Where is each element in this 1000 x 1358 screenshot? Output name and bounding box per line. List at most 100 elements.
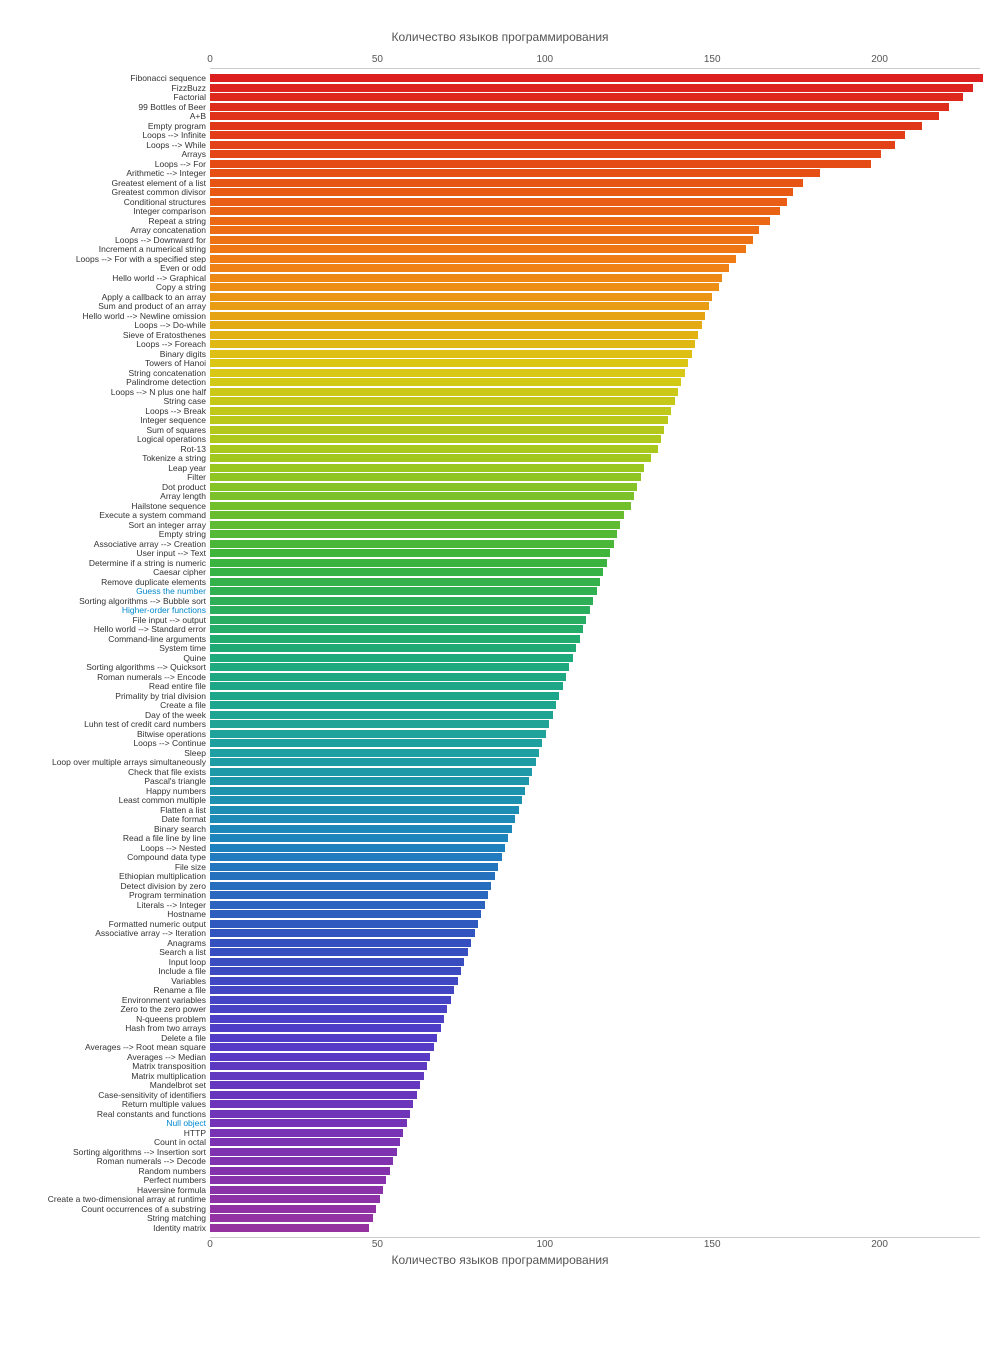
- table-row: Loops --> Foreach: [10, 340, 990, 348]
- bar: [210, 530, 617, 538]
- bar-label: Hello world --> Graphical: [10, 273, 210, 283]
- bar-label: Input loop: [10, 957, 210, 967]
- table-row: Sort an integer array: [10, 521, 990, 529]
- bar-wrapper: [210, 901, 990, 909]
- bar-label: Mandelbrot set: [10, 1080, 210, 1090]
- table-row: Empty string: [10, 530, 990, 538]
- bar: [210, 1081, 420, 1089]
- table-row: Associative array --> Creation: [10, 540, 990, 548]
- bar-wrapper: [210, 787, 990, 795]
- top-axis-line: [210, 68, 980, 69]
- bar: [210, 1015, 444, 1023]
- table-row: N-queens problem: [10, 1015, 990, 1023]
- bar: [210, 274, 722, 282]
- bar: [210, 578, 600, 586]
- bar: [210, 796, 522, 804]
- bar-label: Case-sensitivity of identifiers: [10, 1090, 210, 1100]
- table-row: Literals --> Integer: [10, 901, 990, 909]
- bar: [210, 901, 485, 909]
- table-row: Read a file line by line: [10, 834, 990, 842]
- bar-wrapper: [210, 426, 990, 434]
- table-row: Sum and product of an array: [10, 302, 990, 310]
- bar: [210, 1110, 410, 1118]
- bar: [210, 568, 603, 576]
- bar-wrapper: [210, 692, 990, 700]
- bar-wrapper: [210, 711, 990, 719]
- bar: [210, 986, 454, 994]
- bar: [210, 226, 759, 234]
- table-row: Happy numbers: [10, 787, 990, 795]
- axis-tick: 150: [704, 54, 721, 65]
- bar: [210, 730, 546, 738]
- bar-wrapper: [210, 521, 990, 529]
- bar-wrapper: [210, 1224, 990, 1232]
- bar-wrapper: [210, 663, 990, 671]
- bar-label: Roman numerals --> Decode: [10, 1156, 210, 1166]
- bar-label: Loops --> Do-while: [10, 320, 210, 330]
- bar-wrapper: [210, 188, 990, 196]
- bar: [210, 891, 488, 899]
- bar-label: Date format: [10, 814, 210, 824]
- bar-wrapper: [210, 549, 990, 557]
- bar: [210, 321, 702, 329]
- bar-label: Sleep: [10, 748, 210, 758]
- bar: [210, 1129, 403, 1137]
- bar-wrapper: [210, 578, 990, 586]
- table-row: Hello world --> Graphical: [10, 274, 990, 282]
- bar: [210, 673, 566, 681]
- bar: [210, 1062, 427, 1070]
- bar: [210, 464, 644, 472]
- table-row: Flatten a list: [10, 806, 990, 814]
- bar-wrapper: [210, 891, 990, 899]
- bar: [210, 1034, 437, 1042]
- bar: [210, 872, 495, 880]
- bar-label: File input --> output: [10, 615, 210, 625]
- bar: [210, 217, 770, 225]
- bar-label: Matrix multiplication: [10, 1071, 210, 1081]
- top-axis: 050100150200: [210, 54, 980, 70]
- table-row: Detect division by zero: [10, 882, 990, 890]
- bar-wrapper: [210, 958, 990, 966]
- bar: [210, 169, 820, 177]
- bar-label: Apply a callback to an array: [10, 292, 210, 302]
- bar-label: Sorting algorithms --> Bubble sort: [10, 596, 210, 606]
- bar-wrapper: [210, 654, 990, 662]
- bar: [210, 350, 692, 358]
- bar-label: Caesar cipher: [10, 567, 210, 577]
- bar: [210, 644, 576, 652]
- bar-label: Arithmetic --> Integer: [10, 168, 210, 178]
- table-row: Delete a file: [10, 1034, 990, 1042]
- table-row: Leap year: [10, 464, 990, 472]
- bar-label: Read a file line by line: [10, 833, 210, 843]
- table-row: HTTP: [10, 1129, 990, 1137]
- bar-wrapper: [210, 331, 990, 339]
- table-row: Apply a callback to an array: [10, 293, 990, 301]
- bar-label: Loops --> N plus one half: [10, 387, 210, 397]
- bar: [210, 825, 512, 833]
- bar: [210, 293, 712, 301]
- table-row: Execute a system command: [10, 511, 990, 519]
- bar: [210, 1005, 447, 1013]
- bar-label: Day of the week: [10, 710, 210, 720]
- bar-wrapper: [210, 673, 990, 681]
- bar: [210, 939, 471, 947]
- table-row: Repeat a string: [10, 217, 990, 225]
- bar-wrapper: [210, 844, 990, 852]
- bar-wrapper: [210, 283, 990, 291]
- table-row: Greatest element of a list: [10, 179, 990, 187]
- table-row: Ethiopian multiplication: [10, 872, 990, 880]
- table-row: Filter: [10, 473, 990, 481]
- table-row: Roman numerals --> Encode: [10, 673, 990, 681]
- bar-wrapper: [210, 644, 990, 652]
- bar: [210, 112, 939, 120]
- bar-wrapper: [210, 74, 990, 82]
- bar-wrapper: [210, 616, 990, 624]
- bar-wrapper: [210, 796, 990, 804]
- bar-wrapper: [210, 635, 990, 643]
- axis-tick: 100: [536, 1239, 553, 1250]
- bar: [210, 454, 651, 462]
- bar-label: String concatenation: [10, 368, 210, 378]
- table-row: Check that file exists: [10, 768, 990, 776]
- table-row: Least common multiple: [10, 796, 990, 804]
- axis-tick: 0: [207, 1239, 213, 1250]
